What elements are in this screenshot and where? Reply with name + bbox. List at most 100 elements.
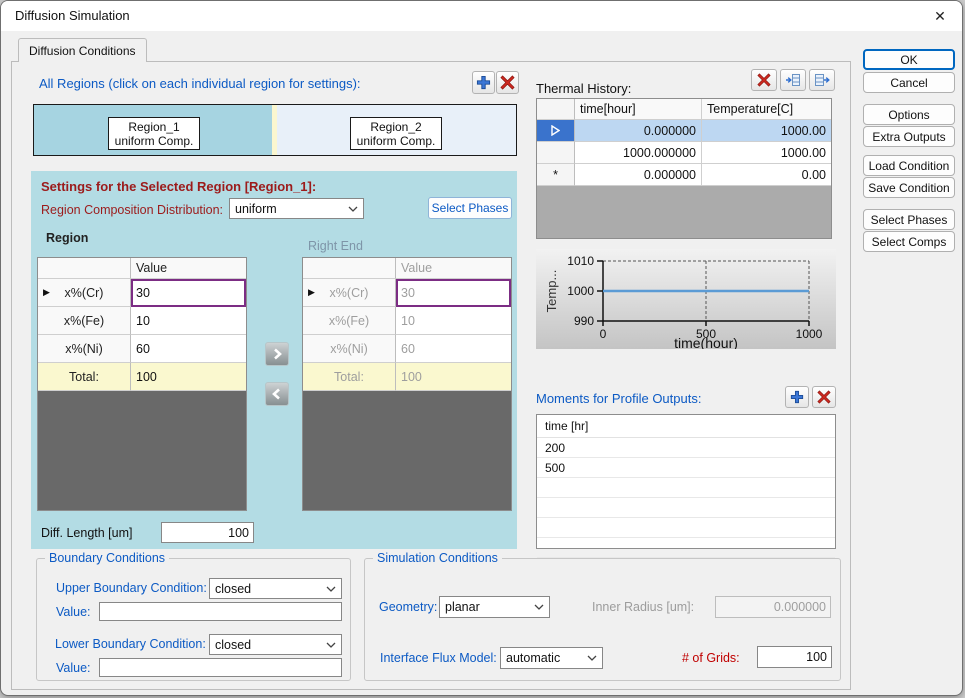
row-header-selected[interactable] — [537, 120, 575, 142]
lower-value-label: Value: — [56, 661, 91, 675]
plus-icon — [476, 75, 491, 90]
select-phases-button[interactable]: Select Phases — [863, 209, 955, 230]
select-phases-panel-button[interactable]: Select Phases — [428, 197, 512, 219]
chevron-down-icon — [587, 655, 597, 661]
thermal-insert-row-button[interactable] — [780, 69, 806, 91]
group-title: Simulation Conditions — [373, 551, 502, 565]
list-item-empty — [537, 518, 835, 538]
column-header-temperature: Temperature[C] — [702, 99, 831, 120]
table-row: x%(Fe) 10 — [38, 307, 246, 335]
delete-region-button[interactable] — [496, 71, 519, 94]
value-cell[interactable]: 30 — [131, 279, 246, 307]
value-cell: 30 — [396, 279, 511, 307]
inner-radius-input — [715, 596, 831, 618]
geometry-dropdown[interactable]: planar — [439, 596, 550, 618]
region-2-block[interactable]: Region_2 uniform Comp. — [277, 105, 516, 155]
region-2-box[interactable]: Region_2 uniform Comp. — [350, 117, 442, 150]
upper-value-input[interactable] — [99, 602, 342, 621]
lower-boundary-label: Lower Boundary Condition: — [55, 637, 206, 651]
region-2-name: Region_2 — [370, 119, 422, 134]
temperature-cell[interactable]: 0.00 — [702, 164, 831, 186]
row-header[interactable] — [537, 142, 575, 164]
table-row: ▶ x%(Cr) 30 — [303, 279, 511, 307]
red-x-icon — [817, 390, 831, 404]
list-item[interactable]: 200 — [537, 438, 835, 458]
all-regions-label: All Regions (click on each individual re… — [39, 76, 361, 91]
time-cell[interactable]: 1000.000000 — [575, 142, 702, 164]
load-condition-button[interactable]: Load Condition — [863, 155, 955, 176]
red-x-icon — [757, 73, 771, 87]
flux-model-dropdown[interactable]: automatic — [500, 647, 603, 669]
diff-length-input[interactable] — [161, 522, 254, 543]
add-region-button[interactable] — [472, 71, 495, 94]
table-row: 1000.000000 1000.00 — [537, 142, 831, 164]
group-title: Boundary Conditions — [45, 551, 170, 565]
cancel-button[interactable]: Cancel — [863, 72, 955, 93]
x-tick: 0 — [600, 327, 607, 341]
selected-region-panel: Settings for the Selected Region [Region… — [31, 171, 517, 549]
region-1-box[interactable]: Region_1 uniform Comp. — [108, 117, 200, 150]
select-comps-button[interactable]: Select Comps — [863, 231, 955, 252]
thermal-history-label: Thermal History: — [536, 81, 632, 96]
lower-boundary-dropdown[interactable]: closed — [209, 634, 342, 655]
thermal-delete-button[interactable] — [751, 69, 777, 91]
value-cell[interactable]: 60 — [131, 335, 246, 363]
lower-value-input[interactable] — [99, 658, 342, 677]
plus-icon — [790, 390, 804, 404]
chevron-down-icon — [326, 642, 336, 648]
diff-length-label: Diff. Length [um] — [41, 526, 133, 540]
chevron-left-icon — [272, 388, 280, 400]
copy-right-button[interactable] — [265, 342, 289, 366]
ok-button[interactable]: OK — [863, 49, 955, 70]
value-cell[interactable]: 10 — [131, 307, 246, 335]
tab-label: Diffusion Conditions — [29, 43, 136, 58]
tab-diffusion-conditions[interactable]: Diffusion Conditions — [18, 38, 147, 62]
column-header-time: time[hour] — [575, 99, 702, 120]
thermal-history-table: time[hour] Temperature[C] 0.000000 1000.… — [536, 98, 832, 239]
right-end-composition-table: Value ▶ x%(Cr) 30 x%(Fe) 10 x%(Ni) 60 Tot… — [302, 257, 512, 511]
num-grids-input[interactable] — [757, 646, 832, 668]
table-row: x%(Ni) 60 — [38, 335, 246, 363]
region-1-block[interactable]: Region_1 uniform Comp. — [34, 105, 272, 155]
close-icon[interactable]: ✕ — [930, 6, 950, 26]
time-cell[interactable]: 0.000000 — [575, 120, 702, 142]
x-axis-label: time(hour) — [674, 335, 738, 349]
title-bar: Diffusion Simulation ✕ — [1, 1, 962, 31]
num-grids-label: # of Grids: — [682, 651, 740, 665]
panel-title: Settings for the Selected Region [Region… — [41, 179, 317, 194]
value-cell: 60 — [396, 335, 511, 363]
list-item-empty — [537, 498, 835, 518]
region-composition-table: Value ▶ x%(Cr) 30 x%(Fe) 10 x%(Ni) 60 Tot… — [37, 257, 247, 511]
row-selector-icon: ▶ — [308, 287, 315, 297]
list-item-empty — [537, 478, 835, 498]
temperature-cell[interactable]: 1000.00 — [702, 142, 831, 164]
row-selector-icon — [551, 125, 560, 136]
time-cell[interactable]: 0.000000 — [575, 164, 702, 186]
table-row: x%(Ni) 60 — [303, 335, 511, 363]
list-item[interactable]: 500 — [537, 458, 835, 478]
table-row: x%(Fe) 10 — [303, 307, 511, 335]
add-moment-button[interactable] — [785, 386, 809, 408]
thermal-history-chart: 1010 1000 990 0 500 1000 time(hour) Temp… — [536, 249, 836, 351]
region-1-name: Region_1 — [128, 119, 180, 134]
chevron-right-icon — [274, 348, 282, 360]
row-header-new[interactable]: * — [537, 164, 575, 186]
table-row: 0.000000 1000.00 — [537, 120, 831, 142]
region-table-title: Region — [46, 231, 89, 245]
region-2-comp: uniform Comp. — [356, 133, 436, 148]
y-tick: 1010 — [567, 254, 594, 268]
list-item-empty — [537, 538, 835, 558]
temperature-cell[interactable]: 1000.00 — [702, 120, 831, 142]
simulation-conditions-group: Simulation Conditions Geometry: planar I… — [364, 551, 841, 681]
delete-moment-button[interactable] — [812, 386, 836, 408]
total-row: Total: 100 — [303, 363, 511, 391]
region-1-comp: uniform Comp. — [114, 133, 194, 148]
thermal-export-rows-button[interactable] — [809, 69, 835, 91]
moments-label: Moments for Profile Outputs: — [536, 391, 702, 406]
save-condition-button[interactable]: Save Condition — [863, 177, 955, 198]
copy-left-button[interactable] — [265, 382, 289, 406]
composition-dropdown[interactable]: uniform — [229, 198, 364, 219]
extra-outputs-button[interactable]: Extra Outputs — [863, 126, 955, 147]
upper-boundary-dropdown[interactable]: closed — [209, 578, 342, 599]
options-button[interactable]: Options — [863, 104, 955, 125]
